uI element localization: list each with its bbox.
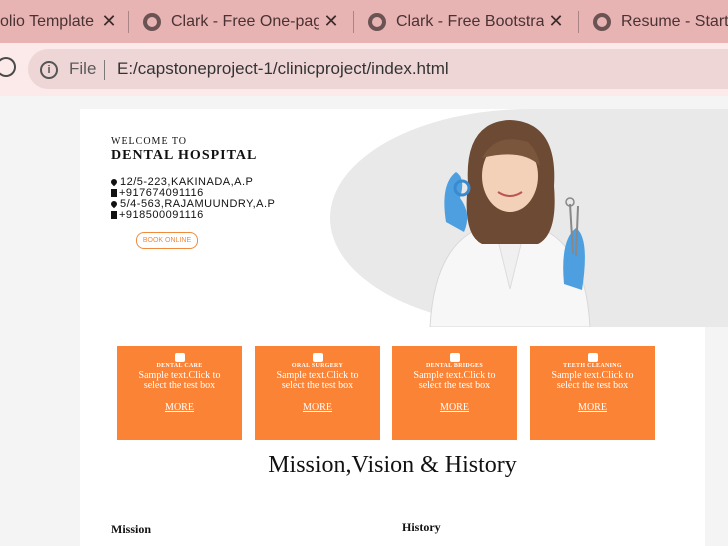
globe-icon xyxy=(368,12,386,31)
tooth-icon xyxy=(587,353,598,362)
tab-divider xyxy=(353,11,354,33)
dentist-photo xyxy=(429,120,591,327)
more-link[interactable]: MORE xyxy=(440,402,469,413)
tab-divider xyxy=(578,11,579,33)
page-content: WELCOME TO DENTAL HOSPITAL 12/5-223,KAKI… xyxy=(80,109,728,546)
more-link[interactable]: MORE xyxy=(165,402,194,413)
close-icon[interactable]: ✕ xyxy=(547,12,565,30)
contact-text: +918500091116 xyxy=(119,209,204,221)
phone-icon xyxy=(111,189,117,197)
tab-clark-one-page[interactable]: Clark - Free One-page ✕ xyxy=(143,0,340,43)
section-heading: Mission,Vision & History xyxy=(268,452,517,478)
card-text: Sample text.Click to select the test box xyxy=(413,370,496,391)
globe-icon xyxy=(143,12,161,31)
welcome-text: WELCOME TO xyxy=(111,136,188,147)
card-title: DENTAL CARE xyxy=(156,363,203,369)
tab-portfolio-templates[interactable]: olio Templates ✕ xyxy=(0,0,118,43)
card-title: DENTAL BRIDGES xyxy=(426,363,483,369)
book-online-button[interactable]: BOOK ONLINE xyxy=(136,232,198,249)
more-link[interactable]: MORE xyxy=(303,402,332,413)
close-icon[interactable]: ✕ xyxy=(322,12,340,30)
tab-resume[interactable]: Resume - Start B xyxy=(593,0,728,43)
bridge-icon xyxy=(449,353,460,362)
file-label: File xyxy=(69,59,97,78)
card-text: Sample text.Click to select the test box xyxy=(138,370,221,391)
more-link[interactable]: MORE xyxy=(578,402,607,413)
tab-title: Resume - Start B xyxy=(621,12,728,30)
card-text: Sample text.Click to select the test box xyxy=(551,370,634,391)
service-card-dental-bridges: DENTAL BRIDGES Sample text.Click to sele… xyxy=(392,346,517,440)
url-text[interactable]: E:/capstoneproject-1/clinicproject/index… xyxy=(117,59,449,79)
tab-title: Clark - Free One-page xyxy=(171,12,319,30)
tab-clark-bootstrap[interactable]: Clark - Free Bootstrap ✕ xyxy=(368,0,565,43)
mission-heading: Mission xyxy=(111,522,152,536)
tooth-icon xyxy=(174,353,185,362)
close-icon[interactable]: ✕ xyxy=(100,12,118,30)
tab-title: Clark - Free Bootstrap xyxy=(396,12,544,30)
contact-line: +918500091116 xyxy=(111,209,204,221)
card-text: Sample text.Click to select the test box xyxy=(276,370,359,391)
service-card-oral-surgery: ORAL SURGERY Sample text.Click to select… xyxy=(255,346,380,440)
tab-divider xyxy=(128,11,129,33)
history-heading: History xyxy=(402,520,441,534)
info-icon[interactable]: i xyxy=(40,61,58,79)
globe-icon xyxy=(593,12,611,31)
service-card-teeth-cleaning: TEETH CLEANING Sample text.Click to sele… xyxy=(530,346,655,440)
phone-icon xyxy=(111,211,117,219)
hero-title: DENTAL HOSPITAL xyxy=(111,148,258,163)
surgery-icon xyxy=(312,353,323,362)
card-title: ORAL SURGERY xyxy=(291,363,344,369)
location-icon xyxy=(109,177,119,187)
location-icon xyxy=(109,199,119,209)
tab-title: olio Templates xyxy=(0,12,94,30)
service-card-dental-care: DENTAL CARE Sample text.Click to select … xyxy=(117,346,242,440)
address-divider xyxy=(104,60,105,80)
card-title: TEETH CLEANING xyxy=(563,363,622,369)
